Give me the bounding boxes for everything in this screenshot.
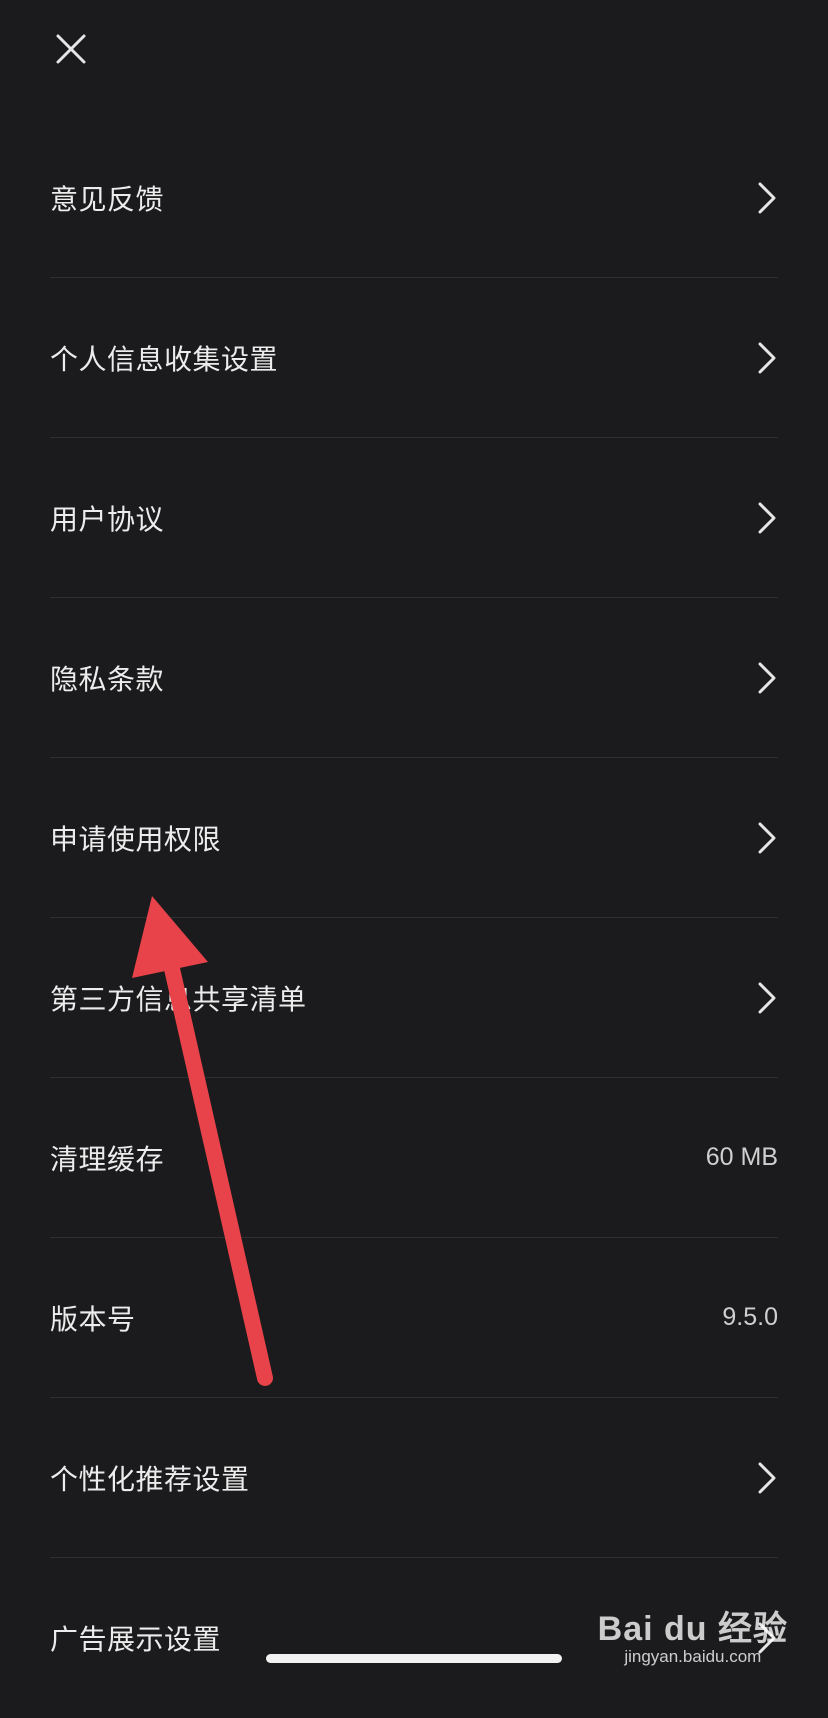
close-icon [56, 34, 86, 64]
settings-item-label: 隐私条款 [50, 662, 165, 696]
settings-item-personalized-recommendation[interactable]: 个性化推荐设置 [50, 1398, 778, 1558]
settings-item-user-agreement[interactable]: 用户协议 [50, 438, 778, 598]
settings-item-label: 个性化推荐设置 [50, 1462, 250, 1496]
settings-item-clear-cache[interactable]: 清理缓存 60 MB [50, 1078, 778, 1238]
home-indicator[interactable] [266, 1654, 562, 1663]
settings-item-permissions[interactable]: 申请使用权限 [50, 758, 778, 918]
chevron-right-icon [758, 182, 776, 213]
settings-item-privacy-terms[interactable]: 隐私条款 [50, 598, 778, 758]
watermark: Bai du 经验 jingyan.baidu.com [598, 1611, 788, 1667]
settings-item-label: 意见反馈 [50, 182, 165, 216]
settings-item-label: 第三方信息共享清单 [50, 982, 307, 1016]
chevron-right-icon [758, 662, 776, 693]
settings-item-version: 版本号 9.5.0 [50, 1238, 778, 1398]
watermark-logo: Bai du 经验 [597, 1610, 788, 1648]
chevron-right-icon [758, 822, 776, 853]
chevron-right-icon [758, 502, 776, 533]
settings-item-label: 版本号 [50, 1302, 136, 1336]
settings-list: 意见反馈 个人信息收集设置 用户协议 隐私条款 申请使用权限 第三方信息共享清单… [50, 118, 778, 1718]
settings-item-label: 用户协议 [50, 502, 165, 536]
settings-item-third-party-sharing[interactable]: 第三方信息共享清单 [50, 918, 778, 1078]
watermark-url: jingyan.baidu.com [624, 1647, 762, 1666]
cache-size-value: 60 MB [705, 1143, 778, 1171]
chevron-right-icon [758, 1462, 776, 1493]
close-button[interactable] [50, 28, 92, 70]
settings-item-feedback[interactable]: 意见反馈 [50, 118, 778, 278]
settings-item-label: 清理缓存 [50, 1142, 165, 1176]
settings-item-label: 广告展示设置 [50, 1623, 222, 1656]
version-value: 9.5.0 [722, 1303, 778, 1331]
settings-item-label: 个人信息收集设置 [50, 342, 279, 376]
settings-item-personal-info-collection[interactable]: 个人信息收集设置 [50, 278, 778, 438]
settings-item-label: 申请使用权限 [50, 822, 222, 856]
chevron-right-icon [758, 342, 776, 373]
chevron-right-icon [758, 982, 776, 1013]
